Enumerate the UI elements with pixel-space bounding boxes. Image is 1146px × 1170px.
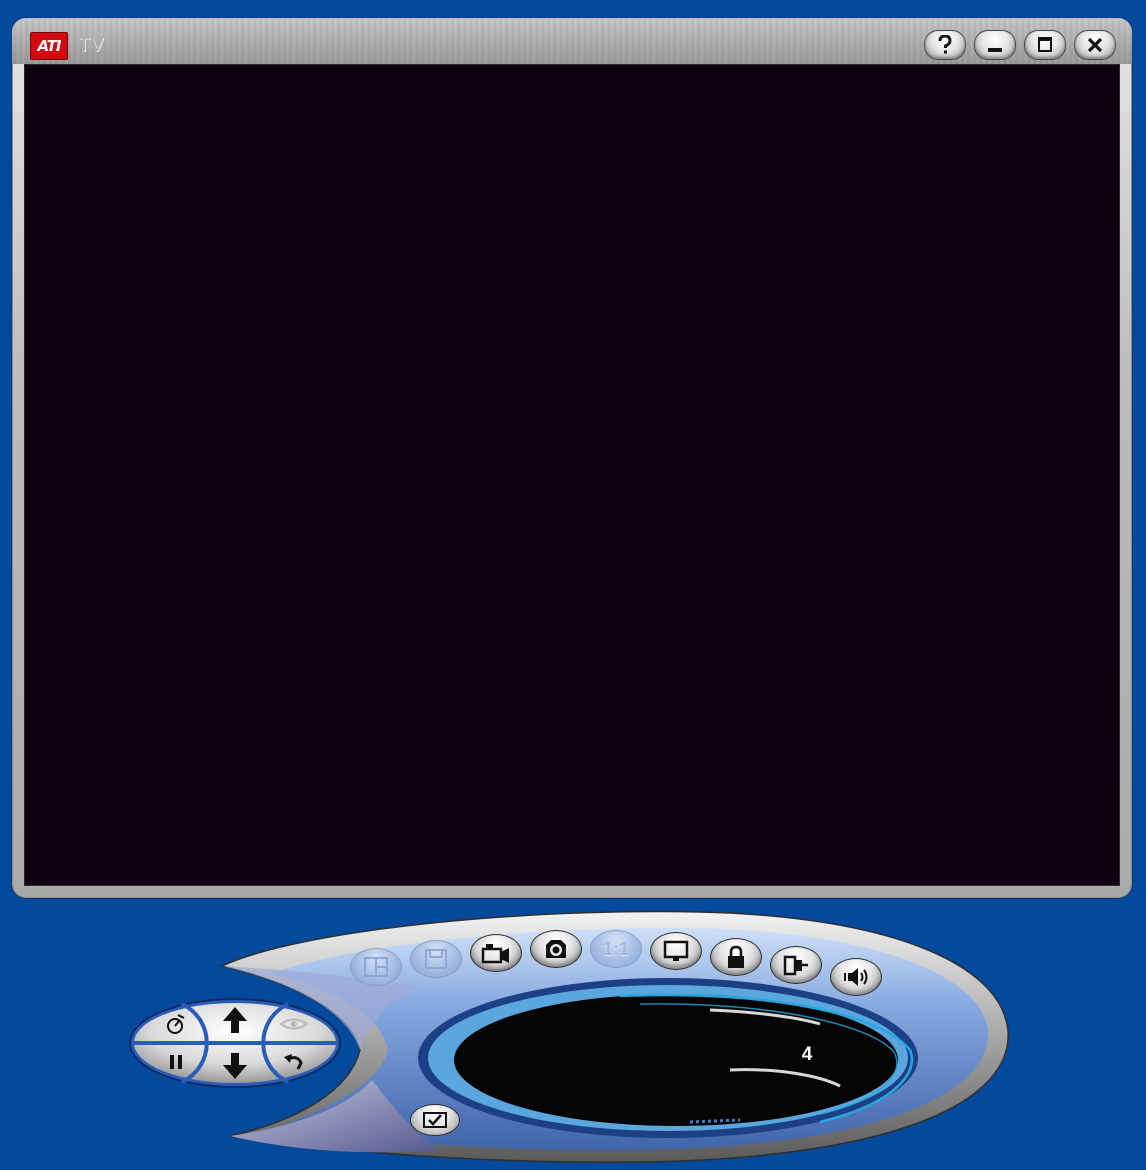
previous-channel-button[interactable] — [266, 1044, 322, 1080]
compact-view-button[interactable] — [770, 946, 822, 984]
channel-up-button[interactable] — [206, 998, 264, 1042]
save-icon — [425, 949, 447, 969]
pause-icon — [170, 1055, 182, 1069]
lock-button[interactable] — [710, 938, 762, 976]
compact-icon — [783, 955, 808, 976]
lock-icon — [728, 945, 744, 968]
minimize-icon — [988, 48, 1002, 52]
tv-window: ATI TV — [12, 18, 1132, 898]
record-button[interactable] — [470, 934, 522, 972]
channel-number: 4 — [801, 1044, 813, 1065]
zoom-1-1-button[interactable]: 1:1 — [590, 930, 642, 968]
channel-dpad — [130, 998, 340, 1088]
display-icon — [663, 940, 689, 961]
arrow-down-icon — [223, 1053, 247, 1079]
preview-button[interactable] — [266, 1006, 322, 1042]
snapshot-icon — [546, 940, 566, 958]
help-button[interactable] — [924, 30, 966, 60]
layout-button[interactable] — [350, 948, 402, 986]
title-bar[interactable]: ATI TV — [12, 18, 1132, 64]
channel-down-button[interactable] — [206, 1044, 264, 1088]
display-button[interactable] — [650, 932, 702, 970]
timer-icon — [167, 1014, 185, 1034]
tasks-button[interactable] — [410, 1104, 460, 1136]
minimize-button[interactable] — [974, 30, 1016, 60]
ati-logo: ATI — [30, 32, 68, 60]
checkbox-icon — [423, 1112, 447, 1128]
eye-icon — [279, 1018, 309, 1030]
zoom-1-1-label: 1:1 — [602, 938, 629, 959]
record-icon — [481, 944, 509, 964]
maximize-icon — [1038, 37, 1052, 52]
snapshot-button[interactable] — [530, 930, 582, 968]
close-icon — [1087, 37, 1103, 53]
undo-icon — [284, 1054, 303, 1070]
volume-icon — [844, 968, 868, 986]
close-button[interactable] — [1074, 30, 1116, 60]
maximize-button[interactable] — [1024, 30, 1066, 60]
desktop: ATI TV 1:1 4 — [0, 0, 1146, 1170]
control-panel: 1:1 4 — [0, 900, 1146, 1170]
arrow-up-icon — [223, 1007, 247, 1033]
pause-button[interactable] — [148, 1044, 204, 1080]
layout-icon — [364, 957, 388, 977]
volume-button[interactable] — [830, 958, 882, 996]
video-display[interactable] — [24, 64, 1120, 886]
save-button[interactable] — [410, 940, 462, 978]
help-icon — [938, 35, 952, 54]
window-title: TV — [78, 34, 104, 56]
timer-button[interactable] — [148, 1006, 204, 1042]
